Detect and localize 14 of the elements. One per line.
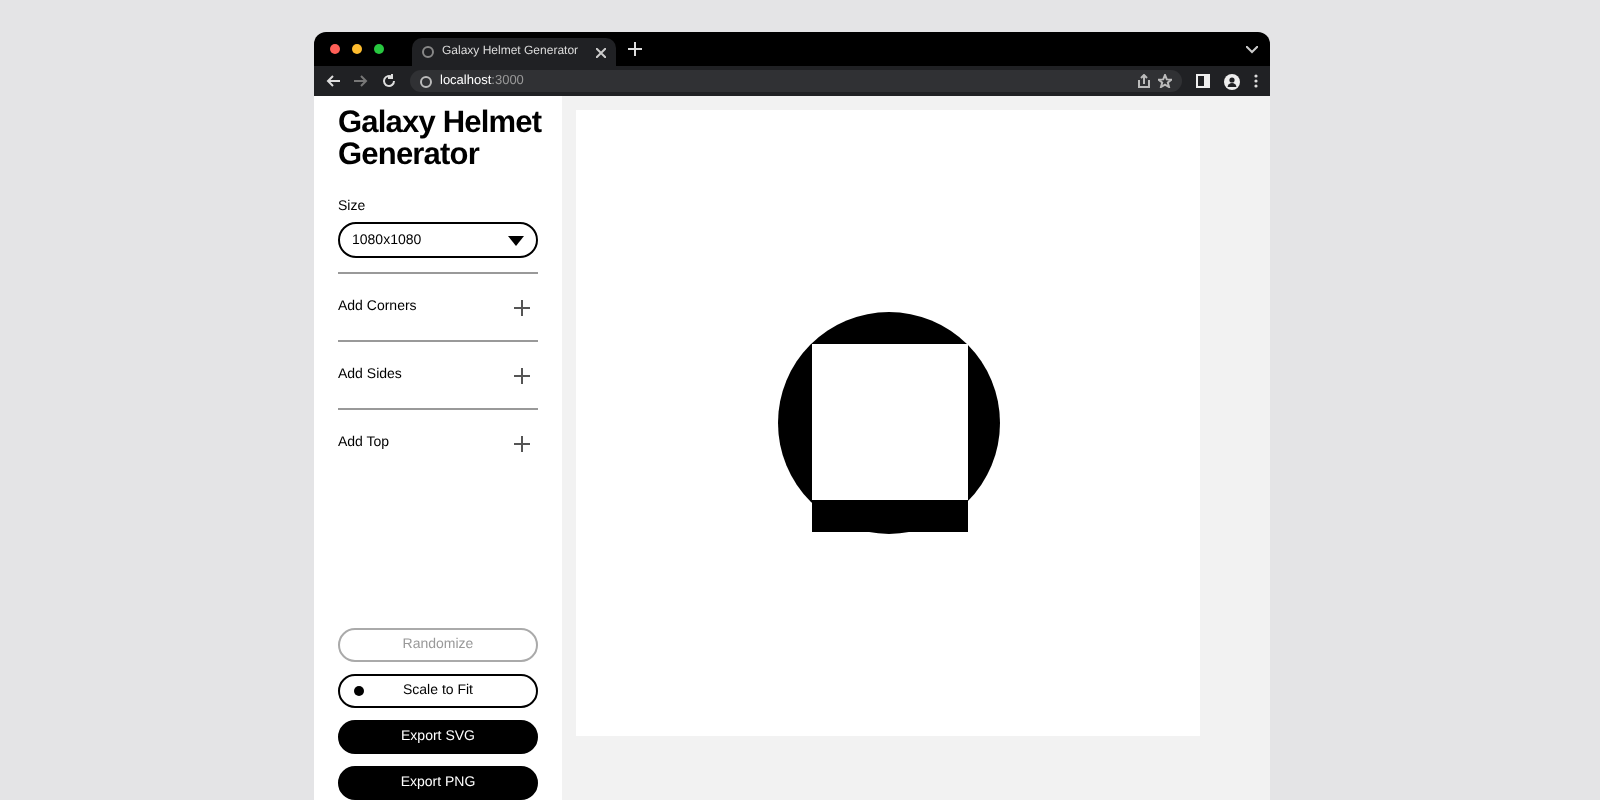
app-title: Galaxy Helmet Generator	[338, 108, 544, 172]
forward-icon[interactable]	[354, 74, 368, 88]
sidebar-icon[interactable]	[1196, 74, 1210, 88]
star-icon[interactable]	[1158, 74, 1172, 88]
new-tab-icon[interactable]	[628, 42, 642, 56]
chevron-down-icon[interactable]	[1246, 45, 1258, 53]
info-icon	[420, 75, 432, 87]
profile-icon[interactable]	[1224, 73, 1240, 89]
reload-icon[interactable]	[382, 74, 396, 88]
globe-icon	[422, 46, 434, 58]
back-icon[interactable]	[326, 74, 340, 88]
close-icon[interactable]	[596, 47, 606, 57]
share-icon[interactable]	[1138, 74, 1150, 88]
caret-icon	[508, 235, 524, 245]
